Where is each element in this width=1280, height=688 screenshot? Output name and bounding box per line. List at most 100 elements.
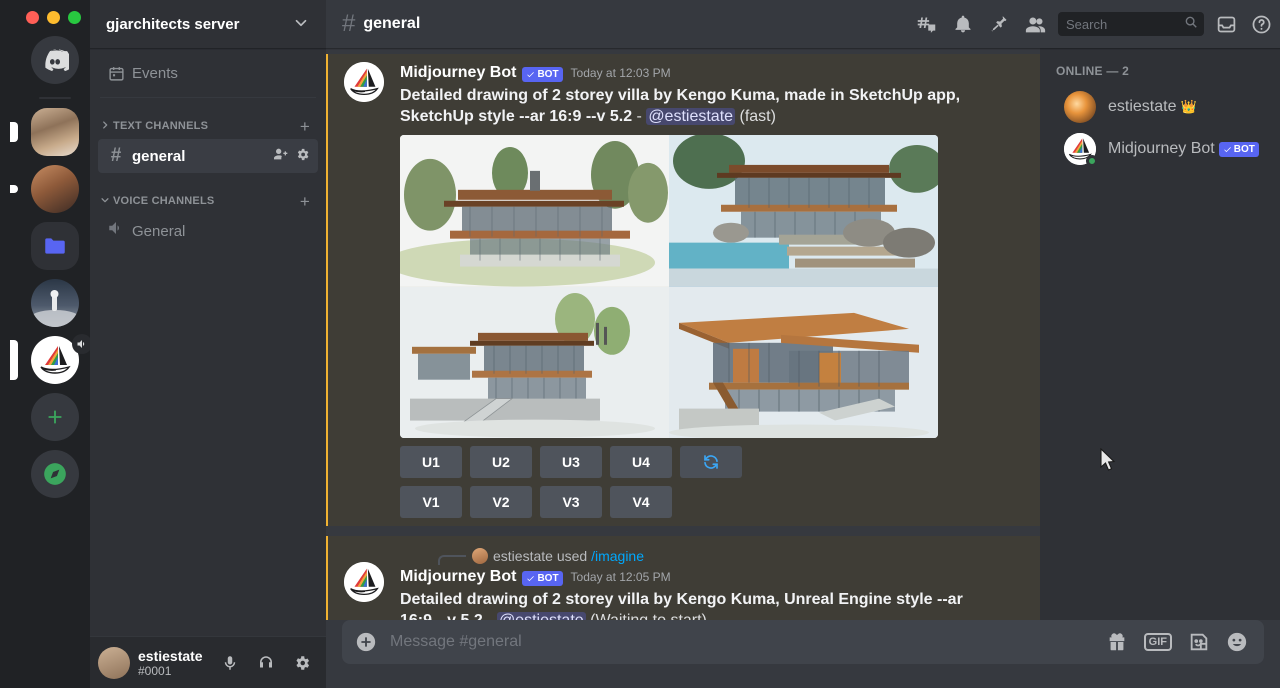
gif-icon[interactable]: GIF (1144, 633, 1172, 651)
folder-icon (42, 233, 68, 259)
hash-icon: # (342, 12, 355, 36)
server-name-label: gjarchitects server (106, 16, 239, 33)
message-composer: Message #general GIF (326, 620, 1280, 688)
generated-image-grid[interactable] (400, 135, 938, 438)
category-voice-channels[interactable]: Voice Channels + (98, 189, 318, 213)
server-moon[interactable] (20, 279, 90, 327)
avatar[interactable] (344, 62, 384, 102)
pinned-messages-icon[interactable] (989, 14, 1009, 34)
member-list-header: ONLINE — 2 (1056, 64, 1272, 78)
search-input[interactable]: Search (1058, 12, 1204, 36)
inbox-icon[interactable] (1216, 14, 1237, 35)
bot-badge: BOT (522, 571, 562, 586)
sidebar-divider (100, 97, 316, 98)
current-user-name: estiestate (138, 647, 206, 665)
generated-image-tile-2[interactable] (669, 135, 938, 287)
edit-channel-icon[interactable] (295, 147, 310, 166)
server-selected-pill (10, 340, 18, 380)
avatar[interactable] (98, 647, 130, 679)
add-voice-channel-button[interactable]: + (300, 193, 310, 210)
notification-bell-icon[interactable] (953, 14, 973, 34)
sticker-icon[interactable] (1188, 631, 1210, 653)
avatar[interactable] (344, 562, 384, 602)
sidebar-item-events[interactable]: Events (98, 57, 318, 89)
variation-button-v4[interactable]: V4 (610, 486, 672, 518)
generated-image-tile-3[interactable] (400, 287, 669, 439)
avatar[interactable] (1064, 133, 1096, 165)
message-timestamp: Today at 12:05 PM (571, 566, 671, 588)
messages-scroller[interactable]: Midjourney Bot BOT Today at 12:03 PM Det… (326, 48, 1040, 620)
server-owner-crown-icon: 👑 (1180, 99, 1196, 115)
main-panel: # general Search (326, 0, 1280, 688)
gift-icon[interactable] (1106, 631, 1128, 653)
upscale-button-u4[interactable]: U4 (610, 446, 672, 478)
calendar-icon (106, 63, 126, 83)
generated-image-tile-4[interactable] (669, 287, 938, 439)
generated-image-tile-1[interactable] (400, 135, 669, 287)
members-icon[interactable] (1025, 14, 1046, 35)
user-settings-button[interactable] (286, 647, 318, 679)
minimize-window-button[interactable] (47, 11, 60, 24)
category-text-channels[interactable]: Text Channels + (98, 114, 318, 138)
variation-button-v1[interactable]: V1 (400, 486, 462, 518)
add-server-button[interactable] (20, 393, 90, 441)
moon-photo-icon (31, 279, 79, 327)
sidebar-item-label: Events (132, 65, 178, 82)
command-reference: estiestate used /imagine (400, 544, 992, 566)
sidebar-item-general[interactable]: # general (98, 139, 318, 173)
plus-icon (44, 406, 66, 428)
window-traffic-lights[interactable] (26, 11, 81, 24)
hash-icon: # (106, 145, 126, 167)
mute-microphone-button[interactable] (214, 647, 246, 679)
server-header[interactable]: gjarchitects server (90, 0, 326, 48)
member-item-estiestate[interactable]: estiestate 👑 (1056, 86, 1272, 128)
user-mention[interactable]: @estiestate (646, 108, 735, 125)
threads-icon[interactable] (916, 14, 937, 35)
avatar[interactable] (1064, 91, 1096, 123)
server-avatar-1[interactable] (20, 108, 90, 156)
explore-servers-button[interactable] (20, 450, 90, 498)
sidebar-item-voice-general[interactable]: General (98, 214, 318, 248)
add-text-channel-button[interactable]: + (300, 118, 310, 135)
close-window-button[interactable] (26, 11, 39, 24)
server-folder[interactable] (20, 222, 90, 270)
deafen-button[interactable] (250, 647, 282, 679)
category-label: Voice Channels (113, 195, 300, 207)
variation-button-row: V1 V2 V3 V4 (400, 486, 992, 518)
discord-logo-icon (41, 46, 69, 74)
server-unread-pill (10, 185, 18, 193)
message-separator: - (632, 108, 646, 125)
search-placeholder: Search (1066, 17, 1184, 32)
upscale-button-u3[interactable]: U3 (540, 446, 602, 478)
server-home[interactable] (20, 36, 90, 84)
create-invite-icon[interactable] (272, 146, 288, 166)
server-avatar-2[interactable] (20, 165, 90, 213)
message-midjourney-unreal[interactable]: estiestate used /imagine (326, 536, 1040, 620)
message-input[interactable]: Message #general (390, 633, 1106, 651)
upscale-button-u2[interactable]: U2 (470, 446, 532, 478)
message-author[interactable]: Midjourney Bot (400, 566, 516, 588)
variation-button-v2[interactable]: V2 (470, 486, 532, 518)
avatar[interactable] (472, 548, 488, 564)
current-user-panel[interactable]: estiestate #0001 (90, 636, 326, 688)
user-mention[interactable]: @estiestate (497, 612, 586, 620)
messages-scrollbar[interactable] (1030, 56, 1038, 612)
upscale-button-u1[interactable]: U1 (400, 446, 462, 478)
help-icon[interactable] (1251, 14, 1272, 35)
slash-command[interactable]: /imagine (591, 548, 644, 564)
add-attachment-icon[interactable] (342, 620, 390, 664)
channel-list: Events Text Channels + # general (90, 48, 326, 688)
emoji-icon[interactable] (1226, 631, 1248, 653)
variation-button-v3[interactable]: V3 (540, 486, 602, 518)
member-item-midjourney-bot[interactable]: Midjourney Bot BOT (1056, 128, 1272, 170)
message-suffix: (Waiting to start) (586, 612, 707, 620)
content-area: Midjourney Bot BOT Today at 12:03 PM Det… (326, 48, 1280, 620)
server-rail (0, 0, 90, 688)
message-midjourney-sketchup[interactable]: Midjourney Bot BOT Today at 12:03 PM Det… (326, 54, 1040, 526)
midjourney-server[interactable] (20, 336, 90, 384)
channel-name-label: General (132, 223, 310, 240)
message-separator: - (483, 612, 497, 620)
message-author[interactable]: Midjourney Bot (400, 62, 516, 84)
zoom-window-button[interactable] (68, 11, 81, 24)
reroll-button[interactable] (680, 446, 742, 478)
